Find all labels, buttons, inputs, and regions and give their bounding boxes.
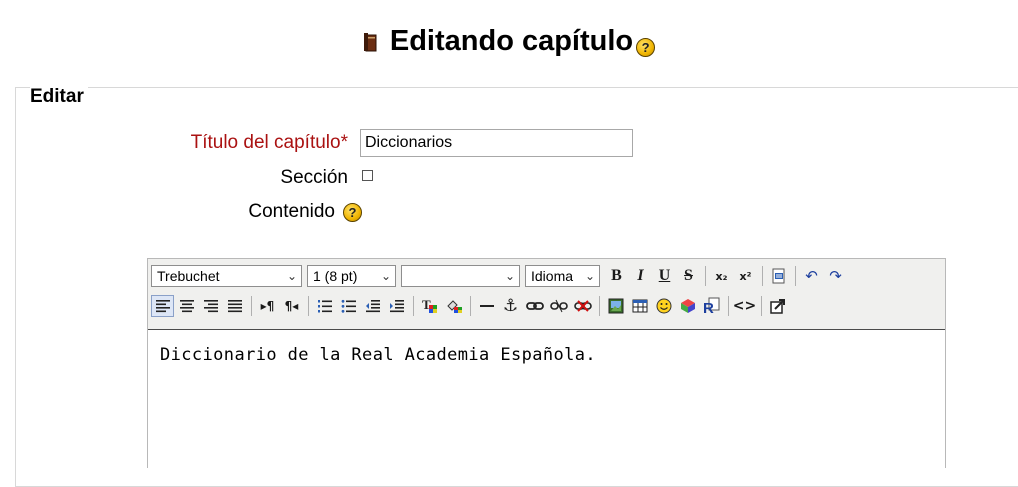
content-label: Contenido ? (248, 200, 362, 224)
svg-text:R: R (703, 300, 714, 315)
fullscreen-icon[interactable] (766, 295, 789, 317)
chevron-down-icon: ⌄ (584, 269, 595, 283)
chevron-down-icon: ⌄ (286, 269, 297, 283)
page-title-text: Editando capítulo (389, 25, 634, 57)
toolbar-separator (762, 266, 763, 286)
align-justify-icon[interactable] (223, 295, 246, 317)
anchor-icon[interactable]: ⚓ (499, 295, 522, 317)
toolbar-separator (308, 296, 309, 316)
insert-image-icon[interactable] (604, 295, 627, 317)
editor-content-text: Diccionario de la Real Academia Española… (160, 345, 597, 365)
indent-icon[interactable] (385, 295, 408, 317)
language-value: Idioma (531, 268, 574, 284)
strikethrough-icon[interactable]: S (677, 265, 700, 287)
toolbar-separator (728, 296, 729, 316)
underline-icon[interactable]: U (653, 265, 676, 287)
required-marker: * (340, 132, 348, 153)
editor-toolbar-row-1: Trebuchet ⌄ 1 (8 pt) ⌄ ⌄ Idioma ⌄ B I U S x… (151, 262, 848, 290)
toolbar-separator (251, 296, 252, 316)
rich-text-editor: Trebuchet ⌄ 1 (8 pt) ⌄ ⌄ Idioma ⌄ B I U S x… (147, 258, 946, 470)
format-select[interactable]: ⌄ (401, 265, 520, 287)
book-icon (363, 25, 378, 52)
content-label-text: Contenido (248, 201, 335, 222)
align-right-icon[interactable] (199, 295, 222, 317)
horizontal-rule-icon[interactable] (475, 295, 498, 317)
help-icon[interactable]: ? (636, 38, 656, 57)
toolbar-separator (470, 296, 471, 316)
insert-media-icon[interactable] (676, 295, 699, 317)
align-left-icon[interactable] (151, 295, 174, 317)
redo-icon[interactable]: ↷ (824, 265, 847, 287)
nolink-icon[interactable] (571, 295, 594, 317)
numbered-list-icon[interactable] (313, 295, 336, 317)
ltr-icon[interactable]: ▸¶ (256, 295, 279, 317)
html-source-icon[interactable]: <> (733, 295, 756, 317)
unlink-icon[interactable] (547, 295, 570, 317)
language-select[interactable]: Idioma ⌄ (525, 265, 600, 287)
chevron-down-icon: ⌄ (380, 269, 391, 283)
chapter-title-label-text: Título del capítulo (190, 132, 341, 153)
background-color-icon[interactable] (442, 295, 465, 317)
font-family-value: Trebuchet (157, 268, 220, 284)
link-icon[interactable] (523, 295, 546, 317)
chapter-title-label: Título del capítulo* (191, 131, 348, 155)
editor-toolbar-row-2: ▸¶ ¶◂ T ⚓ R <> (151, 292, 790, 320)
insert-table-icon[interactable] (628, 295, 651, 317)
page-title: Editando capítulo? (0, 22, 1018, 60)
subscript-icon[interactable]: x₂ (710, 265, 733, 287)
undo-icon[interactable]: ↶ (800, 265, 823, 287)
section-label: Sección (280, 167, 348, 188)
spellcheck-icon[interactable]: R (700, 295, 723, 317)
toolbar-separator (761, 296, 762, 316)
font-size-value: 1 (8 pt) (313, 268, 358, 284)
smiley-icon[interactable] (652, 295, 675, 317)
text-color-icon[interactable]: T (418, 295, 441, 317)
bold-icon[interactable]: B (605, 265, 628, 287)
toolbar-separator (795, 266, 796, 286)
italic-icon[interactable]: I (629, 265, 652, 287)
font-family-select[interactable]: Trebuchet ⌄ (151, 265, 302, 287)
fieldset-legend: Editar (30, 86, 88, 108)
bullet-list-icon[interactable] (337, 295, 360, 317)
font-size-select[interactable]: 1 (8 pt) ⌄ (307, 265, 396, 287)
chapter-title-input[interactable] (360, 129, 633, 157)
superscript-icon[interactable]: x² (734, 265, 757, 287)
rtl-icon[interactable]: ¶◂ (280, 295, 303, 317)
toolbar-separator (413, 296, 414, 316)
paste-from-word-icon[interactable] (767, 265, 790, 287)
chevron-down-icon: ⌄ (504, 269, 515, 283)
toolbar-separator (705, 266, 706, 286)
help-icon[interactable]: ? (343, 203, 362, 222)
toolbar-separator (599, 296, 600, 316)
section-checkbox[interactable] (362, 170, 373, 181)
outdent-icon[interactable] (361, 295, 384, 317)
align-center-icon[interactable] (175, 295, 198, 317)
editor-content-area[interactable]: Diccionario de la Real Academia Española… (148, 329, 945, 470)
